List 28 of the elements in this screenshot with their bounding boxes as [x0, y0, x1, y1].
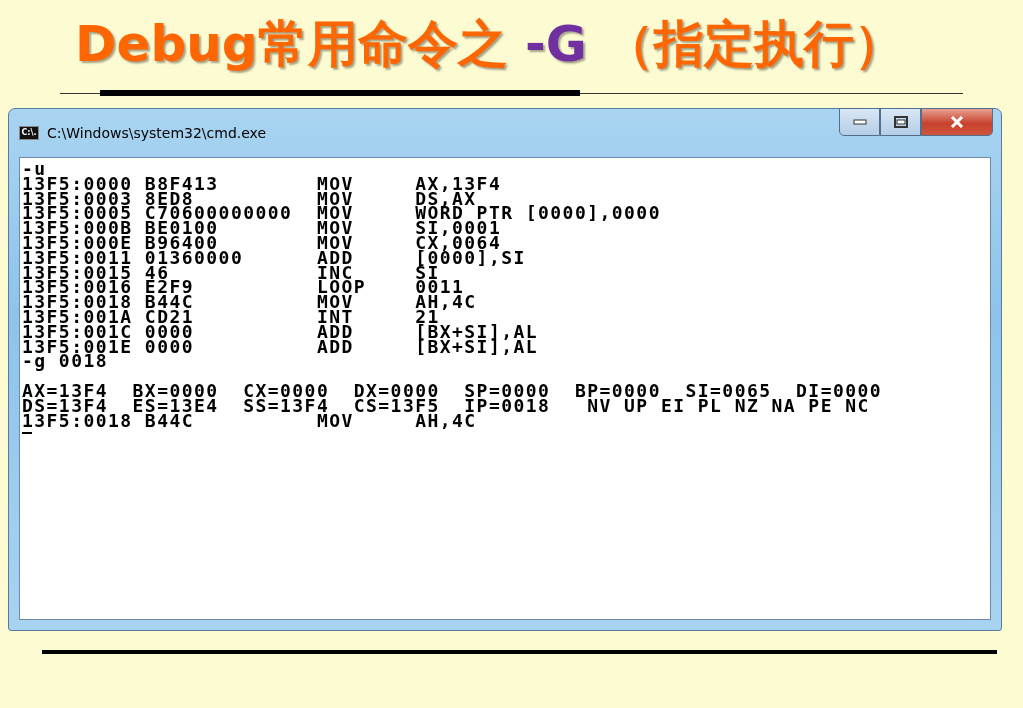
- console-line: -g 0018: [22, 354, 108, 370]
- console-line: 13F5:0015 46 INC SI: [22, 265, 440, 281]
- console-line: 13F5:0018 B44C MOV AH,4C: [22, 295, 477, 310]
- console-line: 13F5:001C 0000 ADD [BX+SI],AL: [22, 324, 539, 340]
- close-icon: [950, 116, 964, 128]
- maximize-icon: [893, 116, 908, 128]
- console-line: 13F5:0000 B8F413 MOV AX,13F4: [22, 176, 502, 192]
- console-line: 13F5:001A CD21 INT 21: [22, 309, 440, 325]
- slide-title-text: Debug常用命令之: [75, 15, 509, 73]
- close-button[interactable]: [921, 108, 993, 136]
- window-title: C:\Windows\system32\cmd.exe: [47, 123, 267, 143]
- slide-title-text: -G: [525, 15, 587, 73]
- console-line: 13F5:0018 B44C MOV AH,4C: [22, 413, 477, 429]
- console-line: 13F5:000B BE0100 MOV SI,0001: [22, 221, 502, 236]
- console-line: 13F5:0011 01360000 ADD [0000],SI: [22, 250, 526, 266]
- console-line: 13F5:000E B96400 MOV CX,0064: [22, 236, 502, 251]
- console-line: 13F5:0016 E2F9 LOOP 0011: [22, 280, 465, 296]
- console-line: AX=13F4 BX=0000 CX=0000 DX=0000 SP=0000 BP=0000 SI=0065 DI=0000: [22, 383, 883, 399]
- slide-title-text: （指定执行）: [603, 15, 905, 73]
- console-line: 13F5:0003 8ED8 MOV DS,AX: [22, 191, 477, 207]
- minimize-button[interactable]: [839, 108, 880, 136]
- console-app-icon: C:\.: [19, 126, 39, 140]
- minimize-icon: [852, 119, 867, 125]
- console-line: DS=13F4 ES=13E4 SS=13F4 CS=13F5 IP=0018 NV UP EI PL NZ NA PE NC: [22, 398, 870, 414]
- maximize-button[interactable]: [880, 108, 921, 136]
- console-line: -u: [22, 162, 47, 177]
- console-line: 13F5:0005 C70600000000 MOV WORD PTR [0000],0000: [22, 206, 661, 222]
- console-line: 13F5:001E 0000 ADD [BX+SI],AL: [22, 339, 539, 355]
